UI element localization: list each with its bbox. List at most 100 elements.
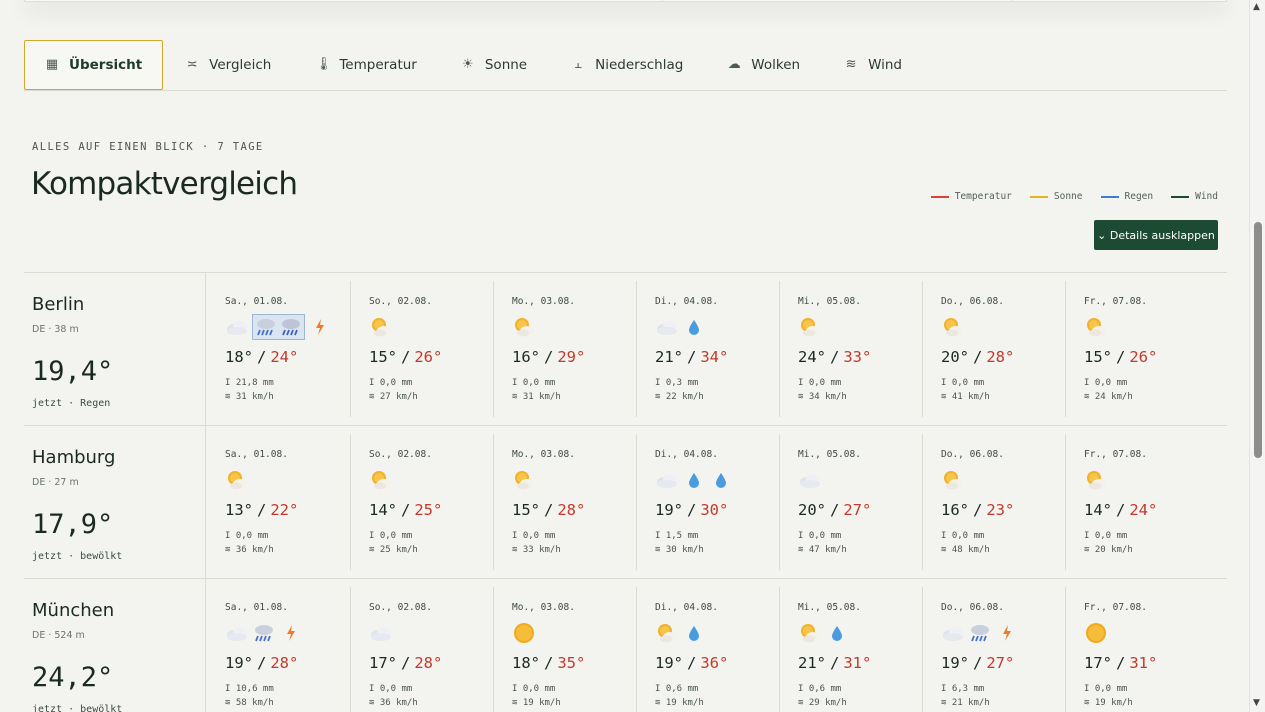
wind-speed: ≋ 25 km/h: [369, 545, 418, 555]
wind-speed: ≋ 21 km/h: [941, 698, 990, 708]
temperature-range: 19°/30°: [655, 501, 728, 519]
scroll-up-arrow-icon[interactable]: ▲: [1253, 2, 1260, 12]
wind-value: 48 km/h: [951, 545, 990, 555]
day-date: Mi., 05.08.: [798, 449, 861, 460]
partly-sunny-icon: [798, 315, 822, 339]
temperature-separator: /: [544, 501, 554, 519]
wind-speed: ≋ 31 km/h: [225, 392, 274, 402]
legend-item: Regen: [1100, 191, 1153, 202]
min-temperature: 15°: [1084, 348, 1112, 366]
rain-gauge-icon: I: [941, 684, 947, 694]
precipitation-value: 10,6 mm: [235, 684, 274, 694]
max-temperature: 30°: [700, 501, 729, 519]
rain-gauge-icon: I: [655, 684, 661, 694]
wind-value: 36 km/h: [379, 698, 418, 708]
temperature-separator: /: [544, 348, 554, 366]
day-date: Mi., 05.08.: [798, 296, 861, 307]
lightning-icon: [308, 315, 332, 339]
precipitation-value: 0,0 mm: [951, 378, 985, 388]
min-temperature: 19°: [655, 654, 683, 672]
wind-icon: ≋: [798, 392, 804, 402]
temperature-range: 19°/36°: [655, 654, 728, 672]
wind-icon: ≋: [1084, 698, 1090, 708]
city-name: Berlin: [32, 294, 85, 315]
precipitation-value: 0,0 mm: [379, 684, 413, 694]
rain-gauge-icon: I: [1084, 378, 1090, 388]
day-cell: Fr., 07.08. 17°/31° I 0,0 mm ≋ 19 km/h: [1065, 587, 1227, 712]
day-date: So., 02.08.: [369, 602, 432, 613]
rain-gauge-icon: I: [798, 684, 804, 694]
lightning-icon: [995, 621, 1019, 645]
day-cell: Sa., 01.08. 18°/24° I 21,8 mm ≋ 31 km/h: [207, 281, 350, 417]
tab-vergleich[interactable]: ≍ Vergleich: [163, 40, 293, 90]
wind-value: 22 km/h: [665, 392, 704, 402]
temperature-range: 15°/26°: [369, 348, 442, 366]
temperature-range: 16°/29°: [512, 348, 585, 366]
max-temperature: 35°: [557, 654, 586, 672]
temperature-separator: /: [687, 348, 697, 366]
raindrop-icon: [825, 621, 849, 645]
min-temperature: 19°: [225, 654, 253, 672]
rain-gauge-icon: I: [512, 531, 518, 541]
temperature-separator: /: [973, 501, 983, 519]
rain-gauge-icon: I: [369, 684, 375, 694]
scrollbar[interactable]: ▲ ▼: [1249, 0, 1265, 712]
tab-übersicht[interactable]: ▦ Übersicht: [24, 39, 164, 90]
weather-icons: [798, 468, 822, 492]
tab-sonne[interactable]: ☀ Sonne: [439, 40, 549, 90]
scroll-down-arrow-icon[interactable]: ▼: [1253, 698, 1260, 708]
precipitation-value: 0,0 mm: [522, 531, 556, 541]
rain-gauge-icon: I: [369, 531, 375, 541]
tab-niederschlag[interactable]: ⫠ Niederschlag: [549, 40, 705, 90]
cloud-icon: [225, 315, 249, 339]
tab-wind[interactable]: ≋ Wind: [822, 40, 924, 90]
thunderstorm-rain-icon: [968, 621, 992, 645]
chart-legend: Temperatur Sonne Regen Wind: [930, 191, 1218, 202]
temperature-range: 14°/24°: [1084, 501, 1157, 519]
day-date: Di., 04.08.: [655, 602, 718, 613]
raindrop-icon: [682, 621, 706, 645]
max-temperature: 28°: [557, 501, 586, 519]
min-temperature: 19°: [655, 501, 683, 519]
city-summary: Hamburg DE · 27 m 17,9° jetzt · bewölkt: [24, 426, 206, 578]
rain-gauge-icon: ⫠: [574, 57, 583, 72]
max-temperature: 22°: [270, 501, 299, 519]
tab-temperatur[interactable]: 🌡 Temperatur: [293, 40, 439, 90]
wind-icon: ≋: [655, 545, 661, 555]
rain-gauge-icon: I: [225, 684, 231, 694]
day-date: Fr., 07.08.: [1084, 602, 1147, 613]
view-tabs: ▦ Übersicht ≍ Vergleich 🌡 Temperatur ☀ Sonne ⫠ Ni…: [24, 39, 1227, 91]
forecast-days: Sa., 01.08. 18°/24° I 21,8 mm ≋ 31 km/h So.,…: [207, 281, 1227, 417]
weather-icons: [941, 621, 1019, 645]
cloud-icon: ☁: [727, 57, 741, 72]
precipitation-amount: I 0,3 mm: [655, 378, 698, 388]
day-cell: Fr., 07.08. 15°/26° I 0,0 mm ≋ 24 km/h: [1065, 281, 1227, 417]
tab-wolken[interactable]: ☁ Wolken: [705, 40, 822, 90]
wind-icon: ≋: [225, 392, 231, 402]
weather-icons: [941, 468, 965, 492]
wind-value: 29 km/h: [808, 698, 847, 708]
temperature-separator: /: [830, 348, 840, 366]
scrollbar-thumb[interactable]: [1254, 222, 1262, 458]
sun-icon: [1084, 621, 1108, 645]
wind-speed: ≋ 24 km/h: [1084, 392, 1133, 402]
precipitation-amount: I 0,0 mm: [1084, 684, 1127, 694]
max-temperature: 34°: [700, 348, 729, 366]
sun-icon: [512, 621, 536, 645]
precipitation-value: 0,0 mm: [951, 531, 985, 541]
temperature-separator: /: [1116, 501, 1126, 519]
city-meta: DE · 524 m: [32, 630, 85, 641]
temperature-separator: /: [257, 348, 267, 366]
day-date: Sa., 01.08.: [225, 296, 288, 307]
precipitation-amount: I 1,5 mm: [655, 531, 698, 541]
tab-label: Sonne: [484, 56, 528, 73]
temperature-range: 20°/27°: [798, 501, 871, 519]
weather-icons: [512, 621, 536, 645]
partly-sunny-icon: [655, 621, 679, 645]
wind-value: 33 km/h: [522, 545, 561, 555]
temperature-separator: /: [973, 654, 983, 672]
day-date: So., 02.08.: [369, 296, 432, 307]
details-expand-button[interactable]: ⌄ Details ausklappen: [1094, 220, 1218, 250]
wind-icon: ≋: [369, 545, 375, 555]
wind-icon: ≋: [225, 698, 231, 708]
